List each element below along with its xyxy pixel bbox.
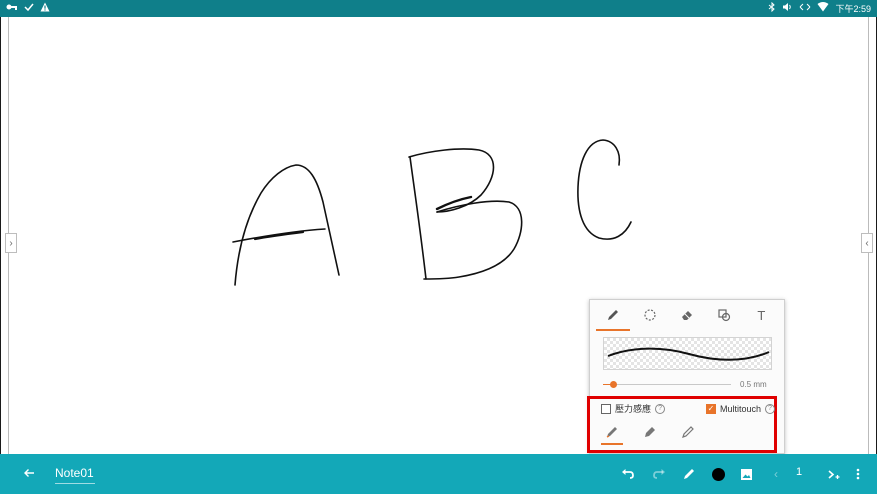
image-icon xyxy=(740,468,752,480)
slider-track xyxy=(603,384,731,385)
thickness-slider[interactable] xyxy=(603,380,731,390)
marker-icon xyxy=(645,427,655,437)
pressure-checkbox[interactable] xyxy=(601,403,611,414)
back-button[interactable] xyxy=(20,464,38,482)
status-bar: 下午2:59 xyxy=(0,0,877,17)
thickness-value: 0.5 mm xyxy=(740,380,767,389)
help-icon[interactable]: ? xyxy=(765,403,775,414)
more-vertical-icon xyxy=(856,468,860,480)
pen-tool-button[interactable] xyxy=(679,464,699,484)
slider-thumb[interactable] xyxy=(610,381,618,388)
current-color-swatch xyxy=(711,467,725,481)
status-time: 下午2:59 xyxy=(835,4,871,14)
add-page-button[interactable] xyxy=(824,464,844,484)
redo-icon xyxy=(653,469,665,479)
multitouch-option[interactable]: ✓ Multitouch ? xyxy=(705,403,775,414)
note-title[interactable]: Note01 xyxy=(55,466,95,484)
color-picker-button[interactable] xyxy=(708,464,728,484)
wifi-icon xyxy=(817,2,829,15)
previous-page-button[interactable]: ‹ xyxy=(766,464,786,484)
tab-shapes[interactable] xyxy=(709,300,739,330)
pencil-icon xyxy=(682,426,694,438)
pen-options-row: 壓力感應 ? ✓ Multitouch ? xyxy=(601,402,775,415)
chevron-left-icon: ‹ xyxy=(865,237,869,249)
tab-pen[interactable] xyxy=(595,300,630,331)
bluetooth-icon xyxy=(768,1,776,15)
undo-button[interactable] xyxy=(618,464,638,484)
pen-type-pencil[interactable] xyxy=(677,422,699,442)
fountain-pen-icon xyxy=(606,427,617,438)
add-page-icon xyxy=(828,470,840,479)
arrow-left-icon xyxy=(24,469,34,477)
pen-icon xyxy=(607,310,618,320)
tool-tabs: T xyxy=(590,300,784,331)
multitouch-label: Multitouch xyxy=(719,403,761,414)
help-icon[interactable]: ? xyxy=(655,403,666,414)
tab-eraser[interactable] xyxy=(672,300,702,330)
shape-icon xyxy=(718,309,731,322)
eraser-icon xyxy=(681,311,692,320)
insert-image-button[interactable] xyxy=(736,464,756,484)
pen-icon xyxy=(684,469,694,479)
check-icon xyxy=(24,2,34,15)
redo-button[interactable] xyxy=(649,464,669,484)
pen-type-row xyxy=(601,422,699,445)
lasso-icon xyxy=(644,309,656,321)
left-panel-toggle[interactable]: › xyxy=(5,233,17,253)
pressure-option[interactable]: 壓力感應 ? xyxy=(601,402,666,415)
more-options-button[interactable] xyxy=(848,464,868,484)
chevron-right-icon: › xyxy=(9,237,13,249)
stroke-preview xyxy=(603,337,772,370)
text-icon: T xyxy=(757,307,766,323)
warning-icon xyxy=(40,2,50,15)
vpn-key-icon xyxy=(6,2,18,15)
undo-icon xyxy=(622,469,634,479)
page-number: 1 xyxy=(796,466,803,478)
tab-text[interactable]: T xyxy=(746,300,776,330)
pen-type-marker[interactable] xyxy=(639,422,661,442)
pen-type-fountain[interactable] xyxy=(601,422,623,445)
bottom-toolbar: Note01 ‹ 1 xyxy=(0,454,877,494)
right-panel-toggle[interactable]: ‹ xyxy=(861,233,873,253)
tab-lasso[interactable] xyxy=(635,300,665,330)
chevron-left-icon: ‹ xyxy=(774,467,778,481)
pressure-label: 壓力感應 xyxy=(615,404,652,414)
sync-icon xyxy=(799,2,811,15)
multitouch-checkbox[interactable]: ✓ xyxy=(705,403,716,414)
volume-icon xyxy=(782,2,793,15)
